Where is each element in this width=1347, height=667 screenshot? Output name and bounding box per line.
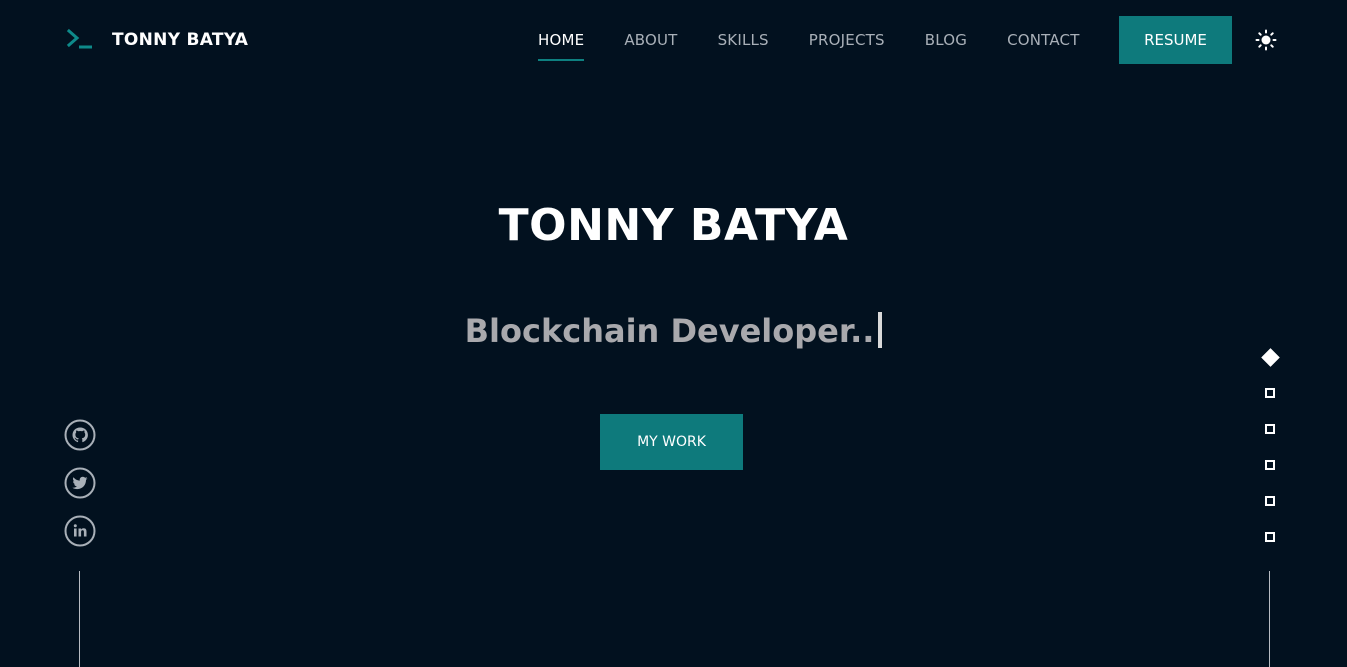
section-indicator-contact[interactable] (1260, 527, 1280, 547)
brand-name: TONNY BATYA (112, 30, 249, 50)
my-work-button[interactable]: MY WORK (600, 414, 743, 470)
nav-link-blog[interactable]: BLOG (925, 30, 967, 56)
indicator-square-icon (1265, 460, 1275, 470)
hero-subtitle: Blockchain Developer.. (0, 312, 1347, 350)
github-icon[interactable] (64, 419, 96, 451)
indicator-square-icon (1265, 424, 1275, 434)
nav-link-projects[interactable]: PROJECTS (809, 30, 885, 56)
terminal-prompt-icon (66, 28, 94, 52)
main-nav: HOME ABOUT SKILLS PROJECTS BLOG CONTACT (538, 30, 1080, 61)
indicator-square-icon (1265, 532, 1275, 542)
nav-link-skills[interactable]: SKILLS (718, 30, 769, 56)
nav-link-about[interactable]: ABOUT (624, 30, 677, 56)
indicator-square-icon (1265, 388, 1275, 398)
typed-role-text: Blockchain Developer.. (464, 312, 875, 350)
typing-cursor (878, 312, 883, 348)
section-indicators (1260, 347, 1280, 563)
social-divider-line (79, 571, 80, 667)
section-indicator-home[interactable] (1260, 347, 1280, 367)
page: TONNY BATYA HOME ABOUT SKILLS PROJECTS B… (0, 0, 1347, 667)
navbar: TONNY BATYA HOME ABOUT SKILLS PROJECTS B… (0, 0, 1347, 80)
brand-logo-link[interactable]: TONNY BATYA (66, 28, 248, 52)
section-indicator-skills[interactable] (1260, 419, 1280, 439)
nav-link-contact[interactable]: CONTACT (1007, 30, 1080, 56)
linkedin-icon[interactable] (64, 515, 96, 547)
social-links (64, 419, 96, 563)
twitter-icon[interactable] (64, 467, 96, 499)
resume-button[interactable]: RESUME (1119, 16, 1232, 64)
hero-title: TONNY BATYA (498, 200, 849, 251)
indicator-divider-line (1269, 571, 1270, 667)
nav-link-home[interactable]: HOME (538, 30, 585, 61)
indicator-diamond-icon (1260, 347, 1280, 367)
section-indicator-about[interactable] (1260, 383, 1280, 403)
section-indicator-blog[interactable] (1260, 491, 1280, 511)
indicator-square-icon (1265, 496, 1275, 506)
sun-icon[interactable] (1255, 29, 1277, 51)
section-indicator-projects[interactable] (1260, 455, 1280, 475)
